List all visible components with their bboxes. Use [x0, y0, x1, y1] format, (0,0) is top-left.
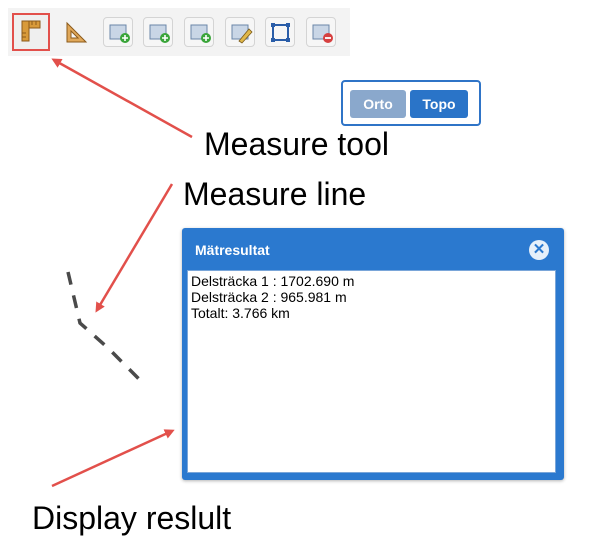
result-text-area: Delsträcka 1 : 1702.690 m Delsträcka 2 :… — [187, 270, 556, 473]
panel-title: Mätresultat — [195, 242, 270, 258]
segment-2-result: Delsträcka 2 : 965.981 m — [191, 289, 347, 305]
total-result: Totalt: 3.766 km — [191, 305, 290, 321]
close-icon[interactable]: ✕ — [529, 240, 549, 260]
measure-tool-arrow — [51, 58, 193, 139]
segment-1-result: Delsträcka 1 : 1702.690 m — [191, 273, 355, 289]
display-result-arrow — [51, 429, 175, 488]
measure-result-panel: Mätresultat ✕ Delsträcka 1 : 1702.690 m … — [182, 228, 564, 480]
measure-line-arrow — [95, 183, 174, 313]
measure-line-path — [66, 271, 142, 382]
